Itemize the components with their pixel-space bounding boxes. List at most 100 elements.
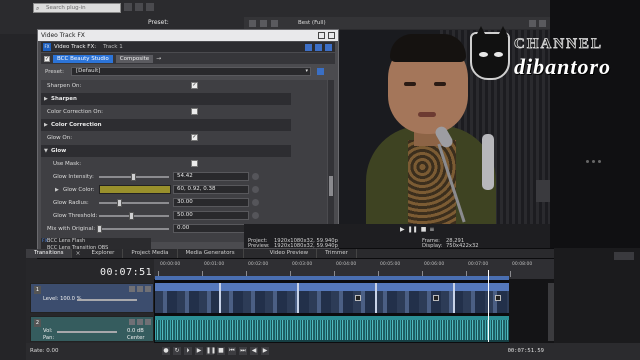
clip-boundary[interactable] [375, 283, 377, 313]
close-icon[interactable] [328, 32, 335, 39]
go-to-end-icon[interactable]: ⏭ [239, 347, 247, 355]
pause-icon[interactable]: ❚❚ [206, 347, 216, 355]
stop-icon[interactable]: ■ [421, 226, 427, 233]
video-track-header[interactable]: 1 Level: 100.0 % [30, 283, 154, 313]
tab-media-generators[interactable]: Media Generators [178, 249, 244, 258]
plugin-beauty-studio-button[interactable]: BCC Beauty Studio [53, 54, 113, 63]
glow-intensity-value[interactable]: 54.42 [173, 172, 249, 181]
volume-slider[interactable] [57, 331, 117, 333]
keyframe-icon[interactable] [252, 186, 259, 193]
plugin-composite-button[interactable]: Composite [115, 54, 154, 63]
close-tab-icon[interactable]: × [72, 249, 83, 258]
bypass-icon[interactable] [305, 43, 312, 51]
solo-icon[interactable] [145, 319, 151, 325]
scrollbar-thumb[interactable] [329, 176, 333, 196]
maximize-icon[interactable] [318, 32, 325, 39]
sharpen-on-checkbox[interactable]: ✓ [191, 82, 198, 89]
use-mask-checkbox[interactable] [191, 160, 198, 167]
tab-trimmer[interactable]: Trimmer [317, 249, 357, 258]
settings-icon[interactable]: ≡ [429, 226, 434, 233]
play-icon[interactable]: ▶ [195, 347, 203, 355]
fx-list-item[interactable]: BCC Lens Flash [41, 238, 151, 245]
glow-threshold-slider[interactable] [99, 212, 169, 220]
clip-fx-icon[interactable] [433, 295, 439, 301]
clip-boundary[interactable] [297, 283, 299, 313]
overlay-icon[interactable] [271, 19, 278, 27]
video-clip-header[interactable] [155, 283, 509, 291]
loop-icon[interactable]: ↻ [173, 347, 181, 355]
background-amp [536, 180, 550, 202]
glow-color-swatch[interactable] [99, 185, 171, 194]
sharpen-section[interactable]: ▶ Sharpen [41, 93, 291, 105]
mute-icon[interactable] [137, 286, 143, 292]
stop-icon[interactable]: ■ [217, 347, 225, 355]
save-preset-icon[interactable] [317, 68, 324, 75]
pause-icon[interactable]: ❚❚ [408, 226, 418, 233]
keyframe-icon[interactable] [252, 173, 259, 180]
tab-video-preview[interactable]: Video Preview [262, 249, 318, 258]
plugin-enable-checkbox[interactable]: ✓ [44, 55, 50, 62]
fx-icon[interactable] [129, 319, 135, 325]
view-icon[interactable] [124, 3, 132, 11]
parameters-scrollbar[interactable] [328, 80, 334, 242]
glow-on-checkbox[interactable]: ✓ [191, 134, 198, 141]
play-icon[interactable]: ▶ [400, 226, 405, 233]
slider-handle[interactable] [117, 199, 122, 207]
fx-icon[interactable] [129, 286, 135, 292]
glow-section[interactable]: ▼ Glow [41, 145, 291, 157]
glow-threshold-value[interactable]: 50.00 [173, 211, 249, 220]
glow-intensity-slider[interactable] [99, 173, 169, 181]
tab-explorer[interactable]: Explorer [84, 249, 124, 258]
tab-transitions[interactable]: Transitions [26, 249, 73, 258]
video-clip-thumbnails[interactable] [155, 291, 509, 313]
dialog-titlebar[interactable]: Video Track FX [38, 30, 338, 41]
mix-original-value[interactable]: 0.00 [173, 224, 249, 233]
clip-boundary[interactable] [453, 283, 455, 313]
next-frame-icon[interactable]: ▶ [261, 347, 269, 355]
preview-settings-icon[interactable] [249, 19, 256, 27]
play-from-start-icon[interactable]: ⏵ [184, 347, 192, 355]
loop-region-bar[interactable] [155, 276, 509, 280]
preview-quality-select[interactable]: Best (Full) [298, 20, 326, 26]
clip-fx-icon[interactable] [355, 295, 361, 301]
keyframe-icon[interactable] [252, 212, 259, 219]
copy-snapshot-icon[interactable] [529, 19, 536, 27]
clip-boundary[interactable] [219, 283, 221, 313]
timeline-vertical-scrollbar[interactable] [548, 283, 554, 341]
slider-handle[interactable] [129, 212, 134, 220]
save-snapshot-icon[interactable] [539, 19, 546, 27]
preset-select[interactable]: [Default] ▾ [71, 67, 311, 76]
solo-icon[interactable] [145, 286, 151, 292]
plugin-chain-icon[interactable] [325, 43, 332, 51]
record-icon[interactable]: ● [162, 347, 170, 355]
glow-radius-value[interactable]: 30.00 [173, 198, 249, 207]
slider-handle[interactable] [131, 173, 136, 181]
tab-project-media[interactable]: Project Media [123, 249, 178, 258]
folder-icon[interactable] [146, 3, 154, 11]
color-correction-section[interactable]: ▶ Color Correction [41, 119, 291, 131]
plugin-search-input[interactable]: ⌕ Search plug-in [33, 3, 121, 13]
go-to-start-icon[interactable]: ⏮ [228, 347, 236, 355]
mix-original-slider[interactable] [97, 225, 169, 233]
end-timecode: 00:07:51.59 [507, 348, 544, 354]
mute-icon[interactable] [137, 319, 143, 325]
list-icon[interactable] [135, 3, 143, 11]
color-correction-on-checkbox[interactable] [191, 108, 198, 115]
level-slider[interactable] [77, 299, 137, 301]
prev-frame-icon[interactable]: ◀ [250, 347, 258, 355]
playhead-cursor[interactable] [488, 270, 489, 342]
slider-handle[interactable] [97, 225, 102, 233]
ruler-tick-label: 00:04:00 [336, 262, 357, 267]
video-track-lane[interactable] [155, 283, 509, 313]
more-dots-icon[interactable] [586, 160, 601, 163]
audio-track-header[interactable]: 2 Vol: 0.0 dB Pan: Center [30, 316, 154, 342]
audio-track-lane[interactable] [155, 316, 509, 342]
keyframe-icon[interactable] [252, 199, 259, 206]
split-view-icon[interactable] [260, 19, 267, 27]
glow-color-value[interactable]: 60, 0.92, 0.38 [173, 185, 249, 194]
glow-radius-slider[interactable] [99, 199, 169, 207]
clip-fx-icon[interactable] [495, 295, 501, 301]
sharpen-on-label: Sharpen On: [47, 83, 82, 89]
chain-view-icon[interactable] [315, 43, 322, 51]
mixer-icon[interactable] [614, 252, 634, 260]
